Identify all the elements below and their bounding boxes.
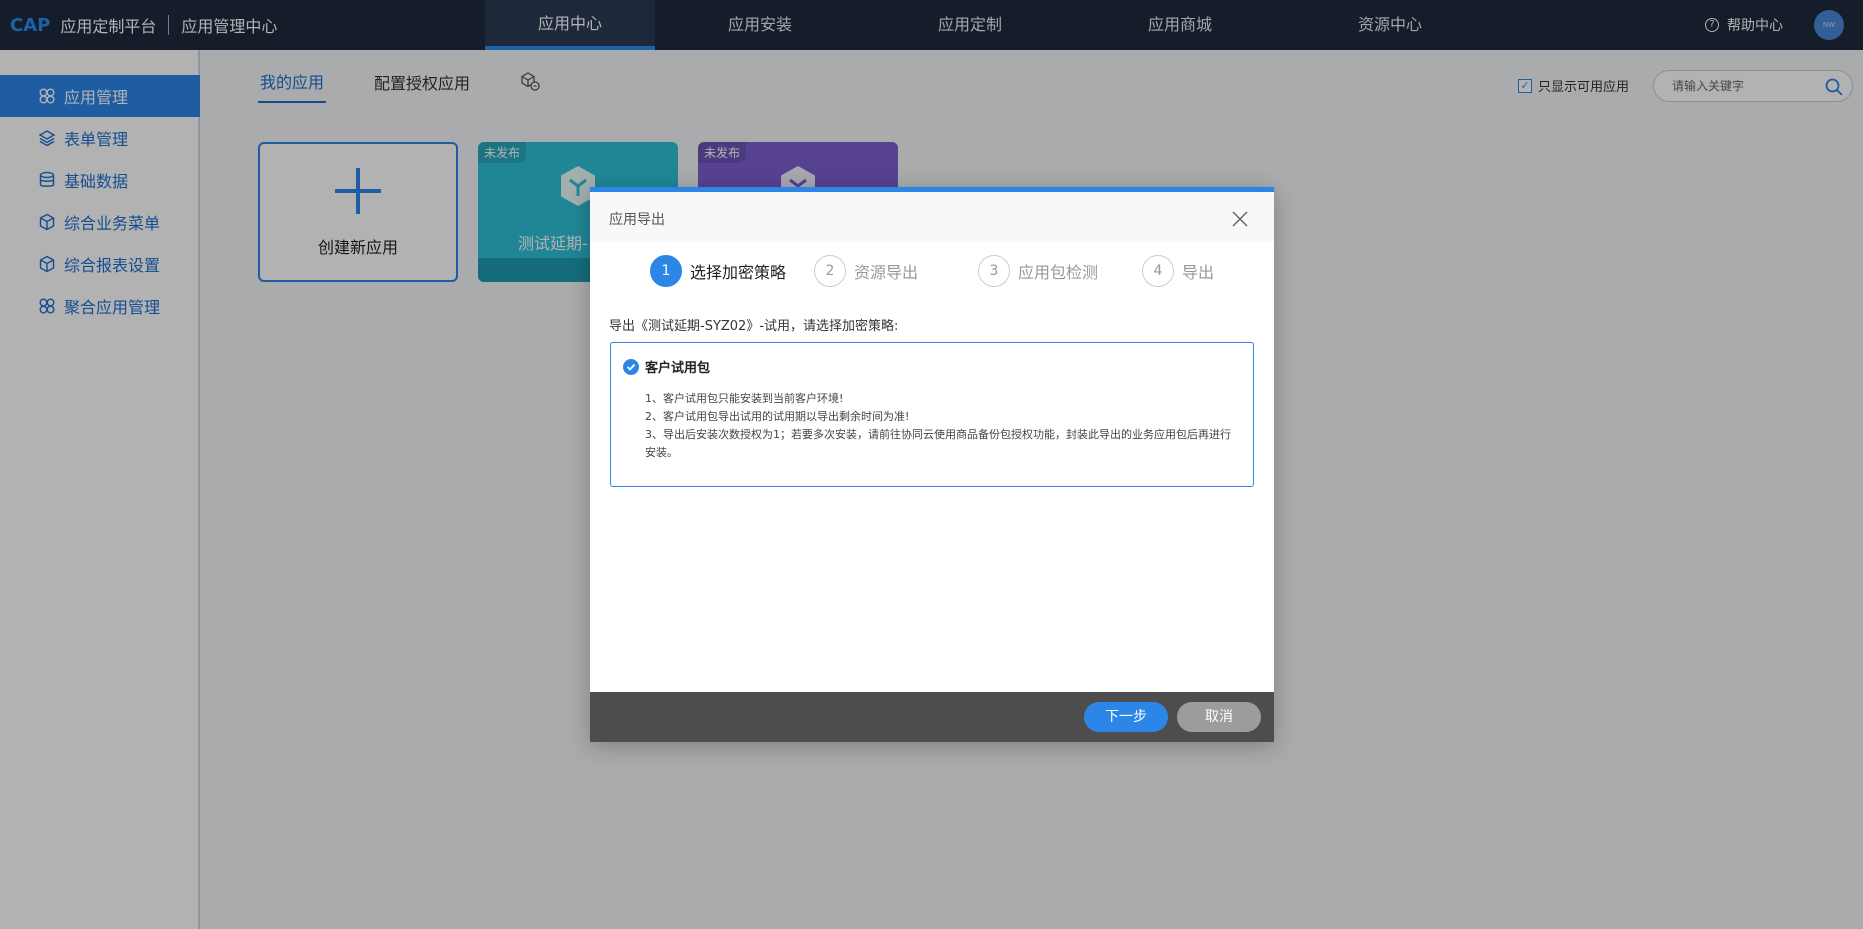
step-number: 4 [1142, 255, 1174, 287]
option-title: 客户试用包 [645, 361, 711, 376]
step-label: 导出 [1182, 263, 1215, 282]
dialog-header: 应用导出 [590, 192, 1274, 242]
step-number: 1 [650, 255, 682, 287]
option-header: 客户试用包 [623, 357, 710, 376]
cancel-button[interactable]: 取消 [1177, 702, 1261, 732]
option-line: 3、导出后安装次数授权为1；若要多次安装，请前往协同云使用商品备份包授权功能，封… [645, 428, 1231, 459]
step-encryption: 1 选择加密策略 [650, 254, 786, 288]
export-dialog: 应用导出 1 选择加密策略 2 资源导出 3 应用包检测 4 导出 导出《测试延… [590, 187, 1274, 742]
step-number: 3 [978, 255, 1010, 287]
dialog-footer: 下一步 取消 [590, 692, 1274, 742]
step-package-check: 3 应用包检测 [978, 254, 1098, 288]
step-label: 资源导出 [854, 263, 919, 282]
step-resource-export: 2 资源导出 [814, 254, 918, 288]
dialog-title: 应用导出 [609, 212, 665, 228]
step-label: 应用包检测 [1018, 263, 1099, 282]
check-circle-icon[interactable] [623, 358, 639, 375]
option-line: 2、客户试用包导出试用的试用期以导出剩余时间为准! [645, 410, 910, 423]
step-label: 选择加密策略 [690, 263, 787, 282]
next-step-button[interactable]: 下一步 [1084, 702, 1168, 732]
close-icon[interactable] [1230, 209, 1250, 229]
step-export: 4 导出 [1142, 254, 1214, 288]
trial-package-option[interactable]: 客户试用包 1、客户试用包只能安装到当前客户环境! 2、客户试用包导出试用的试用… [610, 342, 1254, 487]
option-description: 1、客户试用包只能安装到当前客户环境! 2、客户试用包导出试用的试用期以导出剩余… [645, 390, 1235, 462]
step-number: 2 [814, 255, 846, 287]
export-prompt: 导出《测试延期-SYZ02》-试用，请选择加密策略: [609, 319, 899, 334]
option-line: 1、客户试用包只能安装到当前客户环境! [645, 392, 844, 405]
export-steps: 1 选择加密策略 2 资源导出 3 应用包检测 4 导出 [650, 254, 1250, 288]
